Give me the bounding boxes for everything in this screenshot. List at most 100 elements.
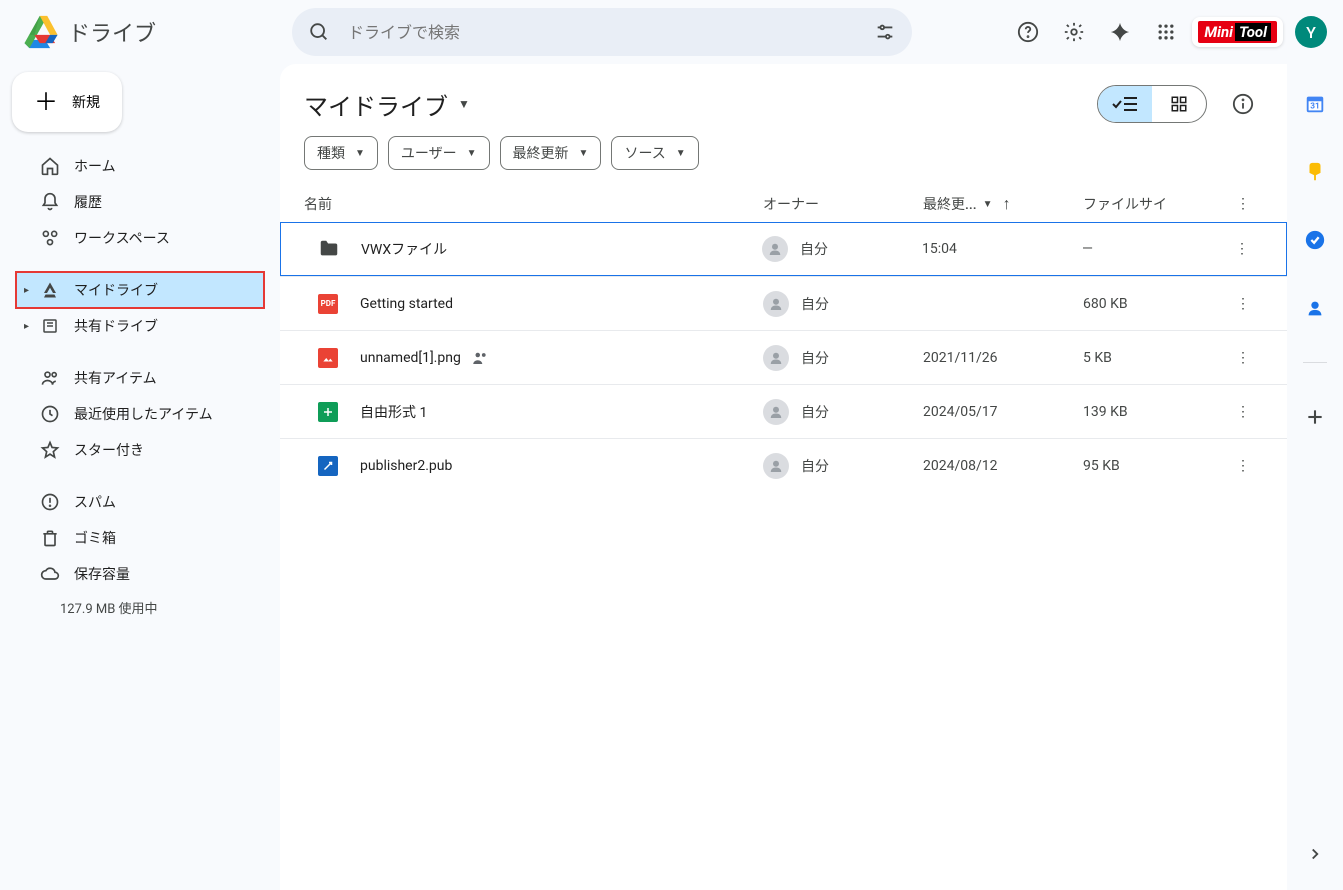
home-icon (40, 156, 60, 176)
file-modified: 15:04 (922, 241, 1082, 257)
search-bar[interactable] (292, 8, 912, 56)
app-title[interactable]: ドライブ (68, 16, 156, 48)
sidebar-item-trash[interactable]: ゴミ箱 (16, 520, 264, 556)
gemini-icon[interactable] (1100, 12, 1140, 52)
row-more-icon[interactable]: ⋮ (1223, 350, 1263, 366)
keep-icon[interactable] (1295, 152, 1335, 192)
chevron-down-icon: ▼ (579, 148, 589, 159)
plus-icon: ＋ (34, 90, 58, 114)
my-drive-icon (40, 281, 60, 299)
filter-type[interactable]: 種類▼ (304, 136, 378, 170)
account-avatar[interactable]: Y (1295, 16, 1327, 48)
grid-view-button[interactable] (1152, 86, 1206, 122)
chevron-down-icon: ▼ (467, 148, 477, 159)
table-row[interactable]: publisher2.pub自分2024/08/1295 KB⋮ (280, 438, 1287, 492)
row-more-icon[interactable]: ⋮ (1223, 458, 1263, 474)
owner-avatar-icon (763, 399, 789, 425)
minitool-extension[interactable]: MiniTool (1192, 17, 1283, 47)
file-name: VWXファイル (361, 239, 762, 259)
new-button-label: 新規 (72, 92, 100, 112)
star-icon (40, 440, 60, 460)
row-more-icon[interactable]: ⋮ (1222, 241, 1262, 257)
people-icon (40, 368, 60, 388)
workspace-icon (40, 228, 60, 248)
sidebar-item-starred[interactable]: スター付き (16, 432, 264, 468)
sidebar-item-spam[interactable]: スパム (16, 484, 264, 520)
help-icon[interactable] (1008, 12, 1048, 52)
sidebar-item-activity[interactable]: 履歴 (16, 184, 264, 220)
file-size: — (1082, 241, 1222, 257)
column-actions[interactable]: ⋮ (1223, 196, 1263, 212)
list-view-button[interactable] (1098, 86, 1152, 122)
column-owner[interactable]: オーナー (763, 194, 923, 214)
collapse-panel-icon[interactable] (1295, 834, 1335, 874)
apps-icon[interactable] (1146, 12, 1186, 52)
table-header: 名前 オーナー 最終更...▼↑ ファイルサイ ⋮ (280, 186, 1287, 222)
file-owner: 自分 (762, 236, 922, 262)
search-options-icon[interactable] (874, 21, 896, 43)
cloud-icon (40, 564, 60, 584)
chevron-down-icon: ▼ (676, 148, 686, 159)
chevron-down-icon: ▼ (458, 97, 470, 111)
column-name[interactable]: 名前 (304, 194, 763, 214)
chevron-down-icon: ▼ (983, 199, 993, 210)
pdf-icon: PDF (316, 294, 340, 314)
search-icon (308, 21, 330, 43)
file-owner: 自分 (763, 345, 923, 371)
add-addon-icon[interactable] (1295, 397, 1335, 437)
row-more-icon[interactable]: ⋮ (1223, 404, 1263, 420)
folder-icon (317, 238, 341, 260)
owner-avatar-icon (763, 453, 789, 479)
table-row[interactable]: PDFGetting started自分680 KB⋮ (280, 276, 1287, 330)
calendar-icon[interactable]: 31 (1295, 84, 1335, 124)
file-modified: 2024/05/17 (923, 404, 1083, 420)
sidebar-item-storage[interactable]: 保存容量 (16, 556, 264, 592)
clock-icon (40, 404, 60, 424)
sidebar-item-recent[interactable]: 最近使用したアイテム (16, 396, 264, 432)
filter-source[interactable]: ソース▼ (611, 136, 698, 170)
table-row[interactable]: unnamed[1].png 自分2021/11/265 KB⋮ (280, 330, 1287, 384)
filter-modified[interactable]: 最終更新▼ (500, 136, 602, 170)
page-title-dropdown[interactable]: マイドライブ ▼ (304, 87, 470, 122)
sidebar-item-workspaces[interactable]: ワークスペース (16, 220, 264, 256)
pub-icon (316, 456, 340, 476)
table-row[interactable]: 自由形式 1自分2024/05/17139 KB⋮ (280, 384, 1287, 438)
file-name: Getting started (360, 296, 763, 312)
contacts-icon[interactable] (1295, 288, 1335, 328)
file-name: unnamed[1].png (360, 349, 763, 367)
column-modified[interactable]: 最終更...▼↑ (923, 194, 1083, 214)
shared-icon (471, 349, 489, 367)
file-name: 自由形式 1 (360, 402, 763, 422)
file-owner: 自分 (763, 399, 923, 425)
new-button[interactable]: ＋ 新規 (12, 72, 122, 132)
tasks-icon[interactable] (1295, 220, 1335, 260)
search-input[interactable] (348, 23, 874, 42)
details-icon[interactable] (1223, 84, 1263, 124)
sidebar-item-shared-drives[interactable]: 共有ドライブ (16, 308, 264, 344)
file-owner: 自分 (763, 453, 923, 479)
sidebar-item-my-drive[interactable]: マイドライブ (16, 272, 264, 308)
sheet-icon (316, 402, 340, 422)
table-row[interactable]: VWXファイル自分15:04—⋮ (280, 222, 1287, 276)
view-toggle (1097, 85, 1207, 123)
sidebar-item-home[interactable]: ホーム (16, 148, 264, 184)
spam-icon (40, 492, 60, 512)
file-size: 5 KB (1083, 350, 1223, 366)
sidebar-item-shared-with-me[interactable]: 共有アイテム (16, 360, 264, 396)
owner-avatar-icon (762, 236, 788, 262)
filter-user[interactable]: ユーザー▼ (388, 136, 490, 170)
file-size: 139 KB (1083, 404, 1223, 420)
owner-avatar-icon (763, 345, 789, 371)
svg-text:31: 31 (1310, 102, 1319, 112)
row-more-icon[interactable]: ⋮ (1223, 296, 1263, 312)
settings-icon[interactable] (1054, 12, 1094, 52)
storage-usage-text: 127.9 MB 使用中 (16, 592, 264, 617)
shared-drives-icon (40, 317, 60, 335)
drive-logo-icon[interactable] (20, 12, 60, 52)
file-size: 95 KB (1083, 458, 1223, 474)
sort-arrow-icon[interactable]: ↑ (1003, 194, 1011, 214)
file-modified: 2021/11/26 (923, 350, 1083, 366)
trash-icon (40, 528, 60, 548)
column-size[interactable]: ファイルサイ (1083, 194, 1223, 214)
file-size: 680 KB (1083, 296, 1223, 312)
